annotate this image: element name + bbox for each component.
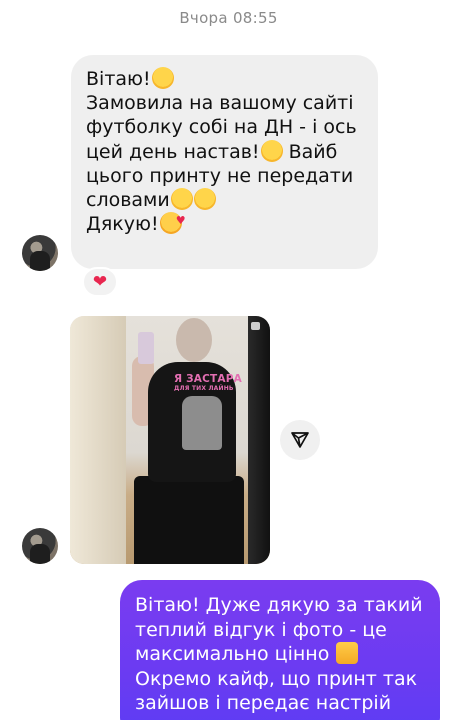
tshirt-print-text: Я ЗАСТАРА ДЛЯ ТИХ ЛАЙНЬ: [174, 373, 242, 393]
photo-phone: [138, 332, 154, 364]
shared-photo[interactable]: Я ЗАСТАРА ДЛЯ ТИХ ЛАЙНЬ: [70, 316, 270, 564]
message-line: Вітаю!: [86, 67, 366, 91]
raising-hands-emoji-icon: [336, 642, 359, 664]
send-arrow-icon: [291, 432, 309, 448]
date-separator: Вчора 08:55: [179, 9, 278, 27]
heart-reaction-icon[interactable]: ❤: [82, 267, 118, 297]
incoming-message-bubble[interactable]: Вітаю! Замовила на вашому сайті футболку…: [71, 55, 378, 269]
message-line: цей день настав! Вайб: [86, 139, 338, 163]
tshirt-print-figure: [182, 396, 222, 450]
photo-mirror-edge: [248, 316, 270, 564]
photo-person-head: [176, 318, 212, 362]
message-line: футболку собі на ДН - і ось: [86, 116, 357, 139]
message-line: зайшов і передає настрій: [135, 692, 392, 714]
media-badge-icon: [251, 322, 260, 330]
grinning-face-emoji-icon: [260, 139, 283, 162]
grinning-face-emoji-icon: [193, 188, 216, 211]
message-line: словами: [86, 188, 366, 212]
message-line: Дякую!: [86, 209, 366, 236]
photo-background-door: [70, 316, 126, 564]
photo-person-legs: [134, 476, 244, 564]
message-line: Вітаю! Дуже дякую за такий: [135, 594, 423, 616]
outgoing-message-bubble[interactable]: Вітаю! Дуже дякую за такий теплий відгук…: [120, 580, 440, 720]
sender-avatar[interactable]: [22, 235, 58, 271]
message-line: Окремо кайф, що принт так: [135, 667, 418, 690]
smiling-face-with-hearts-emoji-icon: [159, 209, 186, 235]
message-line: теплий відгук і фото - це: [135, 618, 387, 641]
message-line: максимально цінно: [135, 642, 428, 667]
hugging-face-emoji-icon: [151, 67, 174, 89]
message-line: Замовила на вашому сайті: [86, 92, 354, 115]
share-button[interactable]: [280, 420, 320, 460]
sender-avatar[interactable]: [22, 528, 58, 564]
face-with-hand-over-mouth-emoji-icon: [170, 188, 193, 211]
message-line: цього принту не передати: [86, 164, 354, 187]
